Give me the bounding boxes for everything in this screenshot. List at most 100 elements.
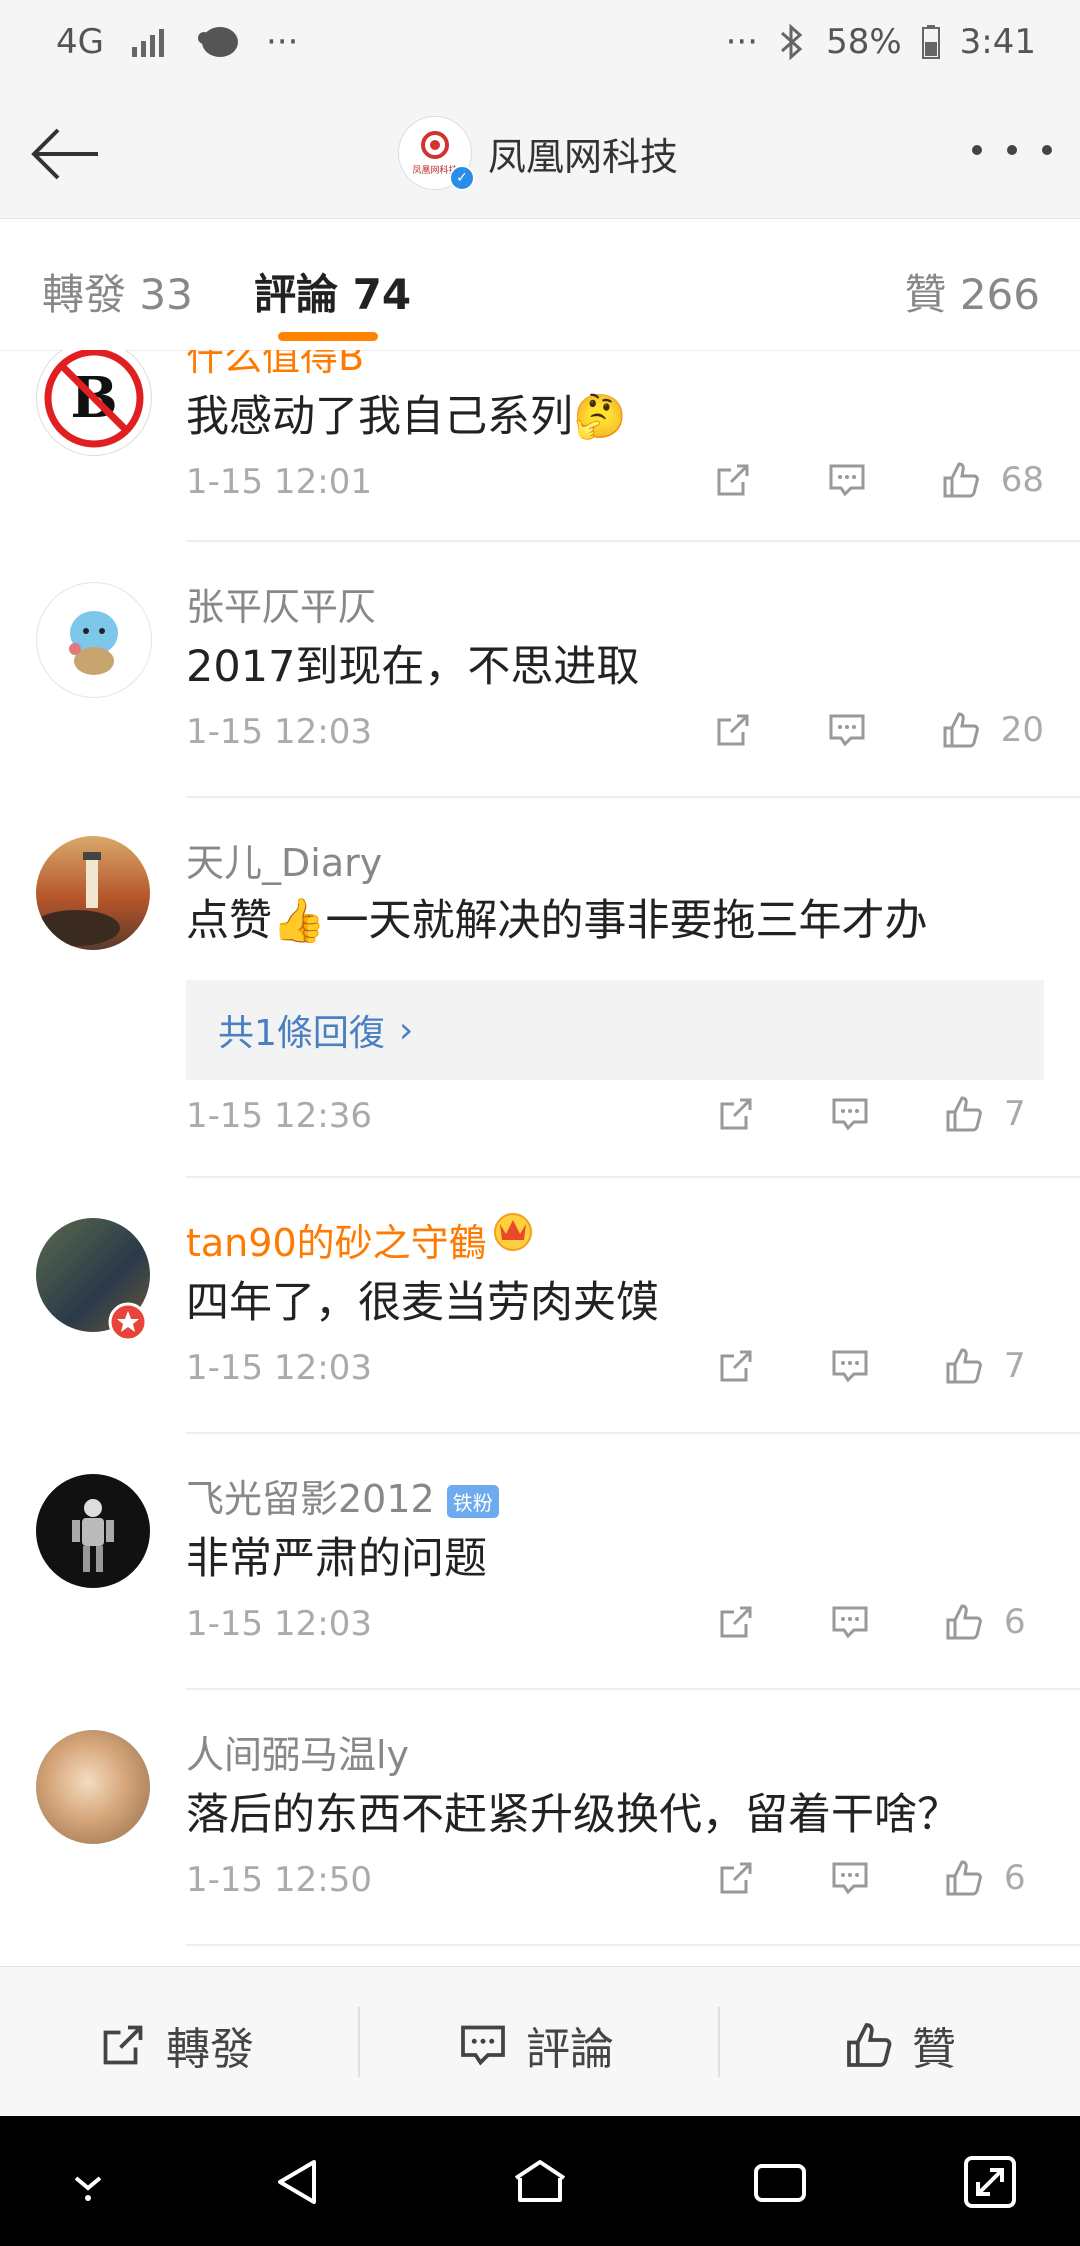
comment-actions: 7 bbox=[642, 1094, 1044, 1134]
share-icon[interactable] bbox=[716, 1094, 756, 1134]
replies-count-label: 共1條回復 bbox=[218, 1013, 385, 1054]
comment-time: 1-15 12:50 bbox=[186, 1860, 372, 1900]
clock: 3:41 bbox=[959, 22, 1036, 62]
avatar[interactable] bbox=[36, 1730, 150, 1844]
share-icon[interactable] bbox=[713, 710, 753, 750]
hide-keyboard-icon[interactable] bbox=[58, 2152, 118, 2212]
share-icon[interactable] bbox=[716, 1602, 756, 1642]
reply-icon[interactable] bbox=[830, 1858, 870, 1898]
reply-icon[interactable] bbox=[830, 1346, 870, 1386]
back-arrow-icon[interactable] bbox=[28, 116, 104, 192]
reply-icon[interactable] bbox=[827, 460, 867, 500]
comment-actions: 68 bbox=[639, 460, 1044, 500]
recents-nav-icon[interactable] bbox=[750, 2152, 810, 2212]
avatar[interactable] bbox=[36, 582, 152, 698]
comment-actions: 20 bbox=[639, 710, 1044, 750]
reply-icon[interactable] bbox=[830, 1602, 870, 1642]
share-icon[interactable] bbox=[716, 1858, 756, 1898]
comment-button[interactable]: 評論 bbox=[458, 2013, 614, 2077]
comment-list[interactable]: B 什么值得B 我感动了我自己系列🤔 1-15 12:01 68 张平仄平仄 2… bbox=[0, 350, 1080, 1950]
more-notifications: ··· bbox=[265, 22, 299, 62]
like-icon[interactable] bbox=[944, 1346, 984, 1386]
comment-author[interactable]: tan90的砂之守鶴 bbox=[186, 1212, 487, 1267]
comment-item: tan90的砂之守鶴 四年了，很麦当劳肉夹馍 1-15 12:03 7 bbox=[0, 1178, 1080, 1434]
comment-author[interactable]: 飞光留影2012 铁粉 bbox=[186, 1468, 499, 1523]
comment-time: 1-15 12:36 bbox=[186, 1096, 372, 1136]
like-icon[interactable] bbox=[944, 1094, 984, 1134]
comment-author[interactable]: 什么值得B bbox=[186, 350, 364, 381]
tab-comments[interactable]: 評論 74 bbox=[254, 261, 411, 322]
comment-text: 非常严肃的问题 bbox=[186, 1534, 487, 1584]
repost-button[interactable]: 轉發 bbox=[98, 2013, 254, 2077]
comment-label: 評論 bbox=[526, 2024, 614, 2075]
no-b-icon: B bbox=[44, 350, 144, 448]
view-replies-link[interactable]: 共1條回復 › bbox=[186, 980, 1044, 1080]
like-count: 7 bbox=[1004, 1094, 1026, 1134]
more-options-icon[interactable] bbox=[972, 118, 1052, 182]
comment-item: 张平仄平仄 2017到现在，不思进取 1-15 12:03 20 bbox=[0, 542, 1080, 798]
share-icon[interactable] bbox=[713, 460, 753, 500]
avatar[interactable]: B bbox=[36, 350, 152, 456]
lighthouse-avatar-icon bbox=[36, 852, 120, 946]
comment-item: B 什么值得B 我感动了我自己系列🤔 1-15 12:01 68 bbox=[0, 350, 1080, 542]
account-avatar[interactable]: 凤凰网科技 ✓ bbox=[398, 116, 475, 191]
like-icon[interactable] bbox=[944, 1858, 984, 1898]
comment-author[interactable]: 天儿_Diary bbox=[186, 832, 382, 887]
avatar[interactable] bbox=[36, 1474, 150, 1588]
separator bbox=[358, 2007, 360, 2077]
signal-icon bbox=[131, 29, 164, 57]
back-nav-icon[interactable] bbox=[270, 2152, 330, 2212]
reply-icon[interactable] bbox=[827, 710, 867, 750]
comment-actions: 6 bbox=[642, 1858, 1044, 1898]
page-title[interactable]: 凤凰网科技 bbox=[488, 126, 678, 181]
system-nav-bar bbox=[0, 2116, 1080, 2246]
tab-bar: 轉發 33 評論 74 贊 266 bbox=[0, 219, 1080, 351]
robot-avatar-icon bbox=[72, 1499, 114, 1572]
author-name: 飞光留影2012 bbox=[186, 1477, 435, 1521]
like-count: 6 bbox=[1004, 1602, 1026, 1642]
nav-header: 凤凰网科技 ✓ 凤凰网科技 bbox=[0, 88, 1080, 219]
tab-reposts[interactable]: 轉發 33 bbox=[42, 261, 193, 322]
share-icon[interactable] bbox=[716, 1346, 756, 1386]
like-count: 6 bbox=[1004, 1858, 1026, 1898]
reply-icon[interactable] bbox=[830, 1094, 870, 1134]
battery-percent: 58% bbox=[826, 22, 902, 62]
comment-time: 1-15 12:03 bbox=[186, 1348, 372, 1388]
battery-icon bbox=[921, 25, 940, 59]
network-indicator: 4G bbox=[56, 22, 104, 62]
more-status: ··· bbox=[725, 22, 759, 62]
like-icon[interactable] bbox=[941, 710, 981, 750]
tab-likes[interactable]: 贊 266 bbox=[904, 261, 1040, 322]
comment-text: 我感动了我自己系列🤔 bbox=[186, 392, 627, 442]
comment-time: 1-15 12:01 bbox=[186, 462, 372, 502]
comment-author[interactable]: 人间弼马温ly bbox=[186, 1724, 409, 1779]
thumbs-up-icon bbox=[847, 2023, 892, 2067]
red-star-badge-icon bbox=[108, 1302, 148, 1342]
like-count: 20 bbox=[1000, 710, 1044, 750]
separator bbox=[718, 2007, 720, 2077]
repost-label: 轉發 bbox=[166, 2024, 254, 2075]
active-tab-indicator bbox=[278, 332, 378, 341]
comment-actions: 7 bbox=[642, 1346, 1044, 1386]
avatar[interactable] bbox=[36, 836, 150, 950]
divider bbox=[186, 1944, 1080, 1946]
chevron-right-icon: › bbox=[398, 1009, 414, 1051]
comment-text: 点赞👍一天就解决的事非要拖三年才办 bbox=[186, 896, 928, 946]
verified-badge-icon: ✓ bbox=[449, 165, 475, 191]
comment-time: 1-15 12:03 bbox=[186, 1604, 372, 1644]
comment-actions: 6 bbox=[642, 1602, 1044, 1642]
comment-item: 天儿_Diary 点赞👍一天就解决的事非要拖三年才办 共1條回復 › 1-15 … bbox=[0, 798, 1080, 1178]
home-nav-icon[interactable] bbox=[510, 2152, 570, 2212]
expand-nav-icon[interactable] bbox=[960, 2152, 1020, 2212]
like-count: 7 bbox=[1004, 1346, 1026, 1386]
like-icon[interactable] bbox=[944, 1602, 984, 1642]
squirtle-avatar-icon bbox=[69, 611, 118, 675]
app-notification-icon bbox=[197, 27, 238, 57]
comment-item: 人间弼马温ly 落后的东西不赶紧升级换代，留着干啥？ 1-15 12:50 6 bbox=[0, 1690, 1080, 1946]
bluetooth-icon bbox=[781, 23, 803, 61]
like-button[interactable]: 贊 bbox=[844, 2013, 956, 2077]
like-icon[interactable] bbox=[941, 460, 981, 500]
comment-author[interactable]: 张平仄平仄 bbox=[186, 576, 376, 631]
comment-item: 飞光留影2012 铁粉 非常严肃的问题 1-15 12:03 6 bbox=[0, 1434, 1080, 1690]
comment-time: 1-15 12:03 bbox=[186, 712, 372, 752]
